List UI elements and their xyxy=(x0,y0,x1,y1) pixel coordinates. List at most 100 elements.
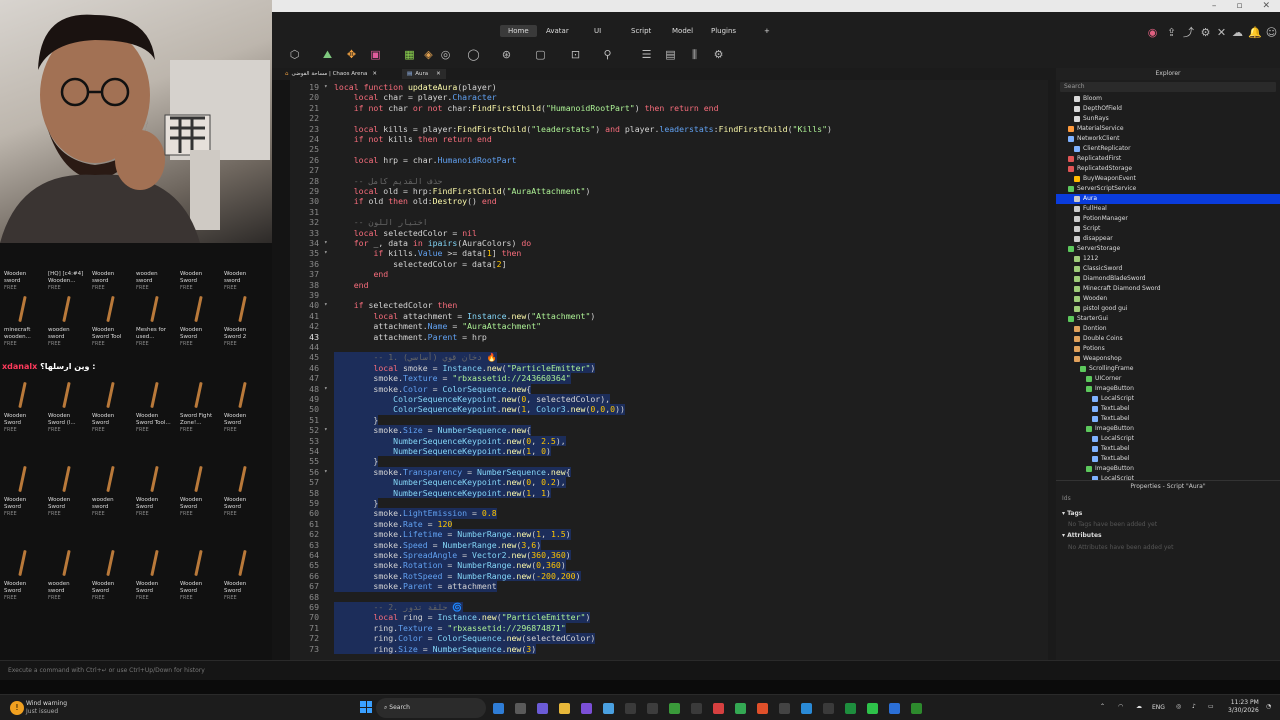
code-line[interactable]: 55 } xyxy=(290,456,1056,467)
excel-app-icon[interactable] xyxy=(845,703,856,714)
clock[interactable]: 11:23 PM 3/30/2026 xyxy=(1228,699,1259,715)
code-line[interactable]: 48 ▾ smoke.Color = ColorSequence.new{ xyxy=(290,383,1056,394)
toolbox-item[interactable]: Wooden Sword FREE xyxy=(136,545,178,607)
explorer-item[interactable]: Weaponshop xyxy=(1056,354,1280,364)
explorer-item[interactable]: TextLabel xyxy=(1056,444,1280,454)
toolbox-item[interactable]: Wooden Sword FREE xyxy=(224,461,266,523)
toolbox-item[interactable]: Wooden Sword FREE xyxy=(224,545,266,607)
explorer-item[interactable]: ImageButton xyxy=(1056,464,1280,474)
code-line[interactable]: 30 if old then old:Destroy() end xyxy=(290,196,1056,206)
model-icon[interactable]: ◎ xyxy=(439,48,452,61)
capcut-app-icon[interactable] xyxy=(625,703,636,714)
explorer-item[interactable]: StarterGui xyxy=(1056,314,1280,324)
code-line[interactable]: 19 ▾ local function updateAura(player) xyxy=(290,82,1056,92)
close-tab-icon[interactable]: ✕ xyxy=(372,71,377,77)
toolbox-item[interactable]: wooden sword FREE xyxy=(92,461,134,523)
toolbox-item[interactable]: Sword Fight Zone!... FREE xyxy=(180,377,222,439)
code-line[interactable]: 49 ColorSequenceKeypoint.new(0, selected… xyxy=(290,394,1056,405)
publish-icon[interactable]: ⤴ xyxy=(1182,26,1195,39)
tools-icon[interactable]: ✕ xyxy=(1215,26,1228,39)
material-icon[interactable]: ◈ xyxy=(422,48,435,61)
weather-widget[interactable]: Wind warning Just issued xyxy=(26,700,67,716)
code-line[interactable]: 50 ColorSequenceKeypoint.new(1, Color3.n… xyxy=(290,404,1056,415)
script-editor[interactable]: 19 ▾ local function updateAura(player) 20 l… xyxy=(290,80,1056,660)
code-line[interactable]: 29 local old = hrp:FindFirstChild("AuraA… xyxy=(290,186,1056,196)
explorer-item[interactable]: FullHeal xyxy=(1056,204,1280,214)
share-icon[interactable]: ⇪ xyxy=(1165,26,1178,39)
cloud-icon[interactable]: ☁ xyxy=(1231,26,1244,39)
close-icon[interactable]: ✕ xyxy=(1262,1,1270,11)
code-line[interactable]: 33 local selectedColor = nil xyxy=(290,228,1056,238)
code-line[interactable]: 35 ▾ if kills.Value >= data[1] then xyxy=(290,248,1056,258)
toolbox-item[interactable]: Wooden sword FREE xyxy=(92,243,134,297)
notification-bell-icon[interactable]: ◔ xyxy=(1266,703,1271,710)
collaborators-icon[interactable]: ◉ xyxy=(1146,26,1159,39)
code-line[interactable]: 34 ▾ for _, data in ipairs(AuraColors) do xyxy=(290,238,1056,248)
tiktok-app-icon[interactable] xyxy=(647,703,658,714)
attributes-section[interactable]: ▾ Attributes xyxy=(1056,530,1280,542)
align-icon[interactable]: ☰ xyxy=(640,48,653,61)
tray-chevron-icon[interactable]: ⌃ xyxy=(1100,703,1105,710)
explorer-item[interactable]: ClassicSword xyxy=(1056,264,1280,274)
code-line[interactable]: 70 local ring = Instance.new("ParticleEm… xyxy=(290,612,1056,623)
tab-ui[interactable]: UI xyxy=(594,25,601,37)
explorer-item[interactable]: LocalScript xyxy=(1056,394,1280,404)
code-line[interactable]: 47 smoke.Texture = "rbxassetid://2436603… xyxy=(290,373,1056,384)
wifi-icon[interactable]: ◠ xyxy=(1118,703,1123,710)
code-line[interactable]: 69 -- 2. حلقة تدور 🌀 xyxy=(290,602,1056,613)
image-icon[interactable]: ▣ xyxy=(369,48,382,61)
code-line[interactable]: 57 NumberSequenceKeypoint.new(0, 0.2), xyxy=(290,477,1056,488)
cube-icon[interactable]: ⬡ xyxy=(288,48,301,61)
code-line[interactable]: 53 NumberSequenceKeypoint.new(0, 2.5), xyxy=(290,435,1056,446)
account-icon[interactable]: ☺ xyxy=(1265,26,1278,39)
code-line[interactable]: 56 ▾ smoke.Transparency = NumberSequence.… xyxy=(290,466,1056,478)
explorer-item[interactable]: TextLabel xyxy=(1056,454,1280,464)
toolbox-item[interactable]: Wooden Sword FREE xyxy=(224,377,266,439)
roblox-studio-app-icon[interactable] xyxy=(779,703,790,714)
battery-icon[interactable]: ▭ xyxy=(1208,703,1214,710)
anchor-icon[interactable]: ▢ xyxy=(534,48,547,61)
code-line[interactable]: 39 xyxy=(290,290,1056,300)
explorer-item[interactable]: Bloom xyxy=(1056,94,1280,104)
code-line[interactable]: 60 smoke.LightEmission = 0.8 xyxy=(290,508,1056,519)
code-line[interactable]: 22 xyxy=(290,113,1056,123)
explorer-item[interactable]: Dontion xyxy=(1056,324,1280,334)
code-line[interactable]: 45 -- 1. دخان قوي (أساسي) 🔥 xyxy=(290,352,1056,363)
toolbox-item[interactable]: Wooden sword FREE xyxy=(4,243,46,297)
explorer-item[interactable]: ImageButton xyxy=(1056,424,1280,434)
toolbox-item[interactable]: minecraft wooden... FREE xyxy=(4,291,46,353)
toolbox-item[interactable]: Wooden Sword FREE xyxy=(4,545,46,607)
code-line[interactable]: 59 } xyxy=(290,498,1056,509)
code-line[interactable]: 20 local char = player.Character xyxy=(290,92,1056,102)
obs-app-icon[interactable] xyxy=(691,703,702,714)
properties-filter-input[interactable]: Ids xyxy=(1060,494,1276,504)
code-line[interactable]: 38 end xyxy=(290,280,1056,290)
edge-app-icon[interactable] xyxy=(493,703,504,714)
taskbar-search[interactable]: ⌕ Search xyxy=(376,698,486,718)
explorer-item[interactable]: LocalScript xyxy=(1056,434,1280,444)
word-app-icon[interactable] xyxy=(889,703,900,714)
code-line[interactable]: 25 xyxy=(290,144,1056,154)
terrain-icon[interactable]: ⛰ xyxy=(321,48,334,61)
move-icon[interactable]: ✥ xyxy=(345,48,358,61)
code-line[interactable]: 21 if not char or not char:FindFirstChil… xyxy=(290,103,1056,113)
brave-app-icon[interactable] xyxy=(757,703,768,714)
toolbox-item[interactable]: wooden sword FREE xyxy=(136,243,178,297)
code-line[interactable]: 63 smoke.Speed = NumberRange.new(3,6) xyxy=(290,539,1056,550)
explorer-item[interactable]: BuyWeaponEvent xyxy=(1056,174,1280,184)
add-tab-button[interactable]: + xyxy=(764,25,770,37)
explorer-item[interactable]: TextLabel xyxy=(1056,404,1280,414)
telegram-app-icon[interactable] xyxy=(801,703,812,714)
toolbox-item[interactable]: wooden sword FREE xyxy=(48,291,90,353)
code-line[interactable]: 37 end xyxy=(290,269,1056,279)
toolbox-item[interactable]: Wooden Sword (l... FREE xyxy=(48,377,90,439)
weather-warning-icon[interactable]: ! xyxy=(10,701,24,715)
greenapp-app-icon[interactable] xyxy=(867,703,878,714)
code-line[interactable]: 54 NumberSequenceKeypoint.new(1, 0) xyxy=(290,446,1056,457)
explorer-item[interactable]: SunRays xyxy=(1056,114,1280,124)
notifications-icon[interactable]: 🔔 xyxy=(1248,26,1262,39)
explorer-item[interactable]: ImageButton xyxy=(1056,384,1280,394)
tab-script[interactable]: Script xyxy=(631,25,651,37)
code-line[interactable]: 26 local hrp = char.HumanoidRootPart xyxy=(290,155,1056,165)
explorer-item[interactable]: ReplicatedFirst xyxy=(1056,154,1280,164)
